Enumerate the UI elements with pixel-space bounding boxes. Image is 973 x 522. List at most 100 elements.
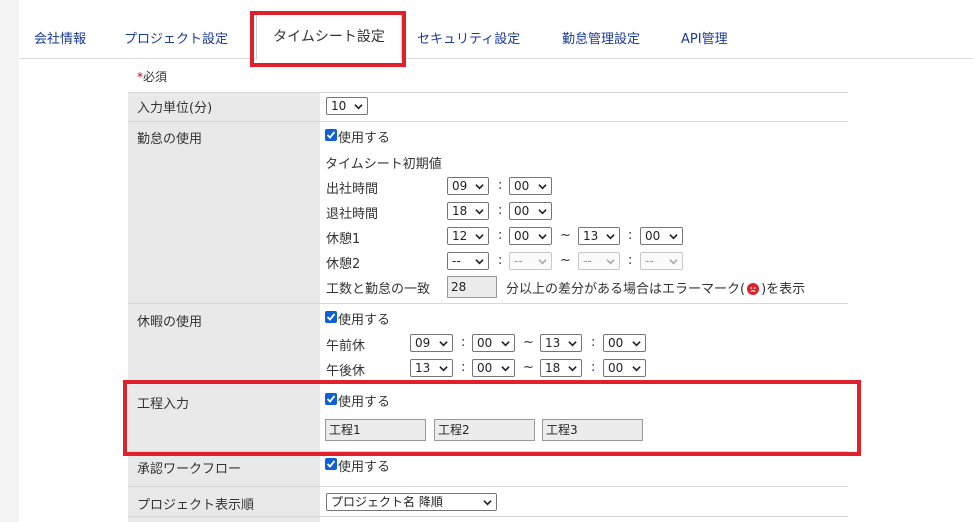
chevron-down-icon bbox=[538, 209, 547, 215]
break1-start-minute-select[interactable]: 00 bbox=[509, 227, 552, 245]
am-end-hour-select[interactable]: 13 bbox=[540, 334, 582, 352]
colon: : bbox=[591, 335, 596, 350]
tab-project-settings[interactable]: プロジェクト設定 bbox=[124, 28, 228, 47]
chevron-down-icon bbox=[606, 234, 615, 240]
break1-end-minute-select[interactable]: 00 bbox=[640, 227, 683, 245]
pm-end-hour-select[interactable]: 18 bbox=[540, 359, 582, 377]
tab-attendance-settings[interactable]: 勤怠管理設定 bbox=[562, 28, 640, 47]
project-order-select[interactable]: プロジェクト名 降順 bbox=[326, 493, 497, 511]
chevron-down-icon bbox=[475, 234, 484, 240]
chevron-down-icon bbox=[669, 234, 678, 240]
break1-end-hour-select[interactable]: 13 bbox=[578, 227, 620, 245]
pm-start-hour-select[interactable]: 13 bbox=[410, 359, 453, 377]
chevron-down-icon bbox=[632, 366, 641, 372]
check-icon bbox=[326, 460, 336, 468]
chevron-down-icon bbox=[475, 259, 484, 265]
row-divider bbox=[128, 486, 848, 487]
chevron-down-icon bbox=[439, 341, 448, 347]
check-icon bbox=[326, 395, 336, 403]
am-start-minute-select[interactable]: 00 bbox=[472, 334, 515, 352]
mismatch-label: 工数と勤怠の一致 bbox=[326, 282, 431, 297]
attendance-label: 勤怠の使用 bbox=[137, 132, 203, 147]
chevron-down-icon bbox=[475, 184, 484, 190]
input-unit-label: 入力単位(分) bbox=[137, 101, 213, 116]
colon: : bbox=[498, 178, 503, 193]
am-start-hour-select[interactable]: 09 bbox=[410, 334, 453, 352]
start-hour-select[interactable]: 09 bbox=[447, 177, 489, 195]
colon: : bbox=[498, 253, 503, 268]
tab-company-info[interactable]: 会社情報 bbox=[34, 28, 86, 47]
break2-end-minute-select: -- bbox=[640, 252, 683, 270]
check-icon bbox=[326, 131, 336, 139]
mismatch-suffix: 分以上の差分がある場合はエラーマーク()を表示 bbox=[506, 282, 806, 297]
process-use-checkbox[interactable] bbox=[325, 393, 337, 405]
end-minute-select[interactable]: 00 bbox=[509, 202, 552, 220]
start-time-label: 出社時間 bbox=[326, 182, 379, 197]
process-field-1[interactable]: 工程1 bbox=[325, 419, 426, 441]
attendance-use-checkbox[interactable] bbox=[325, 129, 337, 141]
check-icon bbox=[326, 313, 336, 321]
process-field-3[interactable]: 工程3 bbox=[542, 419, 643, 441]
tab-api-management[interactable]: API管理 bbox=[681, 28, 728, 47]
row-divider bbox=[128, 516, 848, 517]
chevron-down-icon bbox=[669, 259, 678, 265]
row-divider bbox=[128, 383, 848, 384]
required-note: *必須 bbox=[137, 70, 168, 84]
break2-start-hour-select[interactable]: -- bbox=[447, 252, 489, 270]
row-divider bbox=[128, 303, 848, 304]
chevron-down-icon bbox=[501, 366, 510, 372]
chevron-down-icon bbox=[483, 500, 492, 506]
break1-label: 休憩1 bbox=[326, 232, 361, 247]
chevron-down-icon bbox=[538, 234, 547, 240]
attendance-use-label: 使用する bbox=[338, 131, 391, 146]
tab-timesheet-settings[interactable]: タイムシート設定 bbox=[256, 12, 402, 60]
chevron-down-icon bbox=[568, 341, 577, 347]
break2-end-hour-select: -- bbox=[578, 252, 620, 270]
colon: : bbox=[498, 203, 503, 218]
row-divider bbox=[128, 92, 848, 93]
row-divider bbox=[128, 121, 848, 122]
colon: : bbox=[461, 335, 466, 350]
break2-start-minute-select: -- bbox=[509, 252, 552, 270]
end-time-label: 退社時間 bbox=[326, 207, 379, 222]
break2-label: 休憩2 bbox=[326, 257, 361, 272]
am-end-minute-select[interactable]: 00 bbox=[603, 334, 646, 352]
workflow-use-label: 使用する bbox=[338, 460, 391, 475]
pm-leave-label: 午後休 bbox=[326, 364, 366, 379]
row-divider bbox=[128, 451, 848, 452]
chevron-down-icon bbox=[354, 104, 363, 110]
pm-end-minute-select[interactable]: 00 bbox=[603, 359, 646, 377]
leave-use-label: 使用する bbox=[338, 313, 391, 328]
am-leave-label: 午前休 bbox=[326, 339, 366, 354]
chevron-down-icon bbox=[439, 366, 448, 372]
leave-label: 休暇の使用 bbox=[137, 315, 203, 330]
timesheet-initial-title: タイムシート初期値 bbox=[325, 157, 442, 172]
process-use-label: 使用する bbox=[338, 395, 391, 410]
mismatch-minutes-input[interactable]: 28 bbox=[447, 276, 497, 298]
tilde: ~ bbox=[523, 335, 534, 350]
start-minute-select[interactable]: 00 bbox=[509, 177, 552, 195]
colon: : bbox=[591, 360, 596, 375]
tilde: ~ bbox=[560, 228, 571, 243]
colon: : bbox=[461, 360, 466, 375]
colon: : bbox=[628, 228, 633, 243]
chevron-down-icon bbox=[501, 341, 510, 347]
project-order-label: プロジェクト表示順 bbox=[137, 498, 255, 513]
colon: : bbox=[628, 253, 633, 268]
tilde: ~ bbox=[560, 253, 571, 268]
workflow-use-checkbox[interactable] bbox=[325, 458, 337, 470]
colon: : bbox=[498, 228, 503, 243]
input-unit-select[interactable]: 10 bbox=[326, 97, 368, 115]
process-field-2[interactable]: 工程2 bbox=[434, 419, 535, 441]
leave-use-checkbox[interactable] bbox=[325, 311, 337, 323]
pm-start-minute-select[interactable]: 00 bbox=[472, 359, 515, 377]
tilde: ~ bbox=[523, 360, 534, 375]
chevron-down-icon bbox=[632, 341, 641, 347]
end-hour-select[interactable]: 18 bbox=[447, 202, 489, 220]
tab-security-settings[interactable]: セキュリティ設定 bbox=[417, 28, 520, 47]
chevron-down-icon bbox=[538, 184, 547, 190]
break1-start-hour-select[interactable]: 12 bbox=[447, 227, 489, 245]
chevron-down-icon bbox=[538, 259, 547, 265]
chevron-down-icon bbox=[475, 209, 484, 215]
error-mark-icon bbox=[747, 283, 760, 295]
